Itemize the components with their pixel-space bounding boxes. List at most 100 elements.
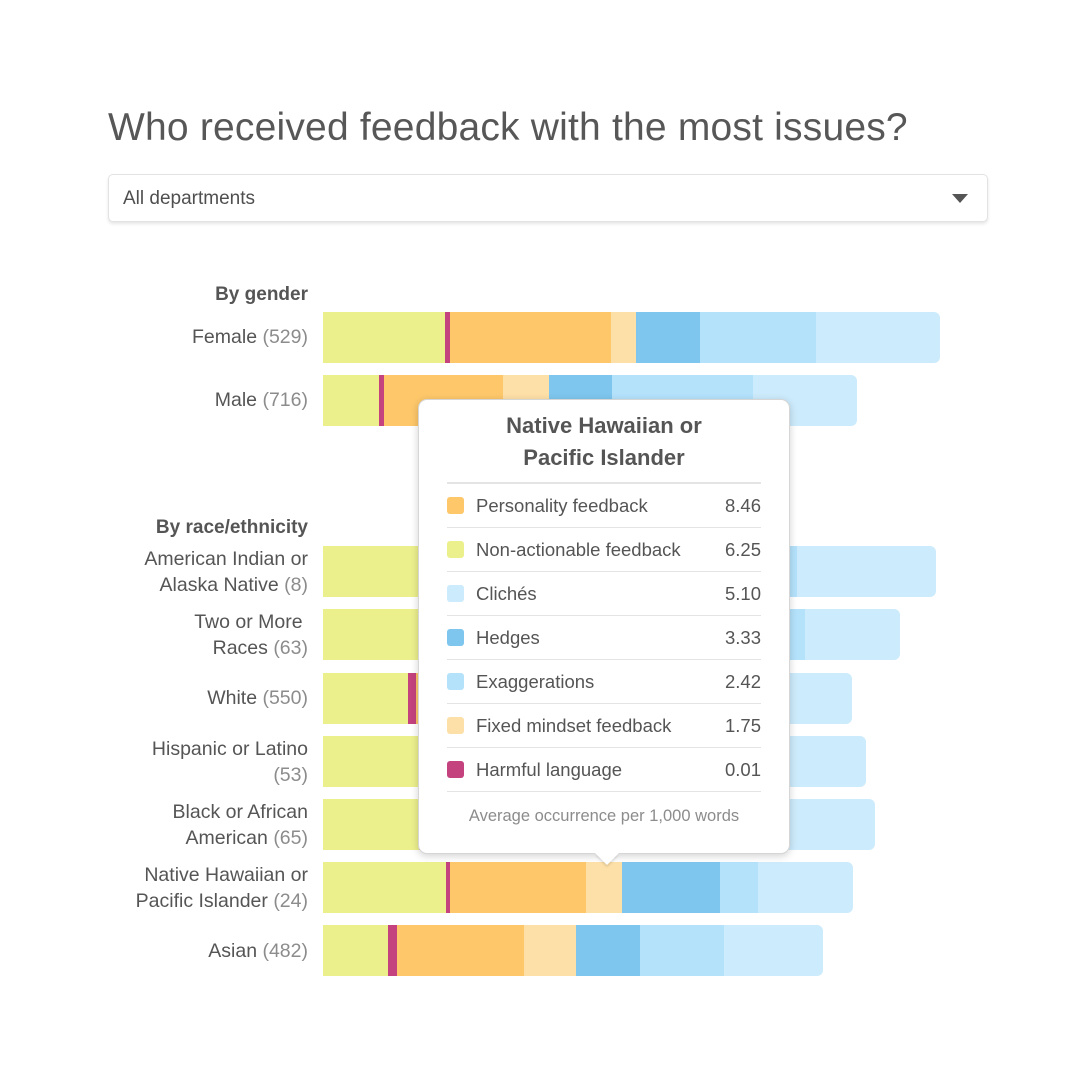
row-label-white: White (550) — [88, 685, 308, 711]
department-filter-value: All departments — [123, 188, 256, 209]
tooltip-row: Non-actionable feedback 6.25 — [447, 528, 761, 572]
tooltip-row-value: 3.33 — [724, 626, 761, 648]
tooltip-row-value: 8.46 — [724, 494, 761, 516]
tooltip-row-label: Fixed mindset feedback — [476, 714, 672, 736]
row-label-name-line1: Two or More — [194, 611, 303, 633]
bar-segment-harmful[interactable] — [388, 925, 397, 976]
bar-segment-nonactionable[interactable] — [323, 925, 388, 976]
row-label-two-or-more: Two or More Races (63) — [88, 609, 308, 661]
row-label-name-line1: Black or African — [172, 801, 308, 823]
bar-segment-cliches[interactable] — [724, 925, 823, 976]
bar-segment-nonactionable[interactable] — [323, 312, 445, 363]
tooltip-row-label: Clichés — [476, 582, 537, 604]
row-label-male: Male (716) — [88, 387, 308, 413]
row-label-count: (24) — [273, 890, 308, 912]
row-label-count: (53) — [273, 764, 308, 786]
section-header-gender: By gender — [215, 284, 308, 305]
tooltip-row-value: 5.10 — [724, 582, 761, 604]
section-header-race: By race/ethnicity — [155, 517, 308, 538]
bar-segment-exaggerations[interactable] — [720, 862, 758, 913]
legend-swatch-icon — [447, 761, 464, 778]
row-label-count: (482) — [262, 940, 308, 962]
bar-segment-cliches[interactable] — [816, 312, 940, 363]
tooltip-row-label: Exaggerations — [476, 670, 595, 692]
tooltip-row: Fixed mindset feedback 1.75 — [447, 704, 761, 748]
row-label-asian: Asian (482) — [88, 938, 308, 964]
department-filter-dropdown[interactable]: All departments — [108, 174, 988, 222]
row-label-name-line2: American — [185, 827, 268, 849]
bar-segment-cliches[interactable] — [758, 862, 853, 913]
row-label-count: (8) — [284, 574, 308, 596]
tooltip-note: Average occurrence per 1,000 words — [468, 807, 740, 825]
caret-down-icon — [952, 194, 968, 203]
row-label-count: (529) — [262, 326, 308, 348]
bar-segment-nonactionable[interactable] — [323, 673, 408, 724]
legend-swatch-icon — [447, 541, 464, 558]
bar-segment-nonactionable[interactable] — [323, 375, 379, 426]
tooltip-row-value: 2.42 — [724, 670, 761, 692]
tooltip-rows: Personality feedback 8.46 Non-actionable f… — [419, 484, 789, 792]
row-label-name-line2: Alaska Native — [159, 574, 279, 596]
legend-swatch-icon — [447, 673, 464, 690]
row-label-count: (63) — [273, 637, 308, 659]
row-label-female: Female (529) — [88, 324, 308, 350]
row-label-name: Asian — [208, 940, 258, 962]
bar-segment-nonactionable[interactable] — [323, 799, 419, 850]
bar-segment-cliches[interactable] — [797, 546, 936, 597]
bar-native-hawaiian[interactable] — [323, 862, 853, 913]
tooltip-row-value: 6.25 — [724, 538, 761, 560]
row-label-name: White — [207, 687, 258, 709]
bar-segment-fixed[interactable] — [611, 312, 636, 363]
tooltip-row: Exaggerations 2.42 — [447, 660, 761, 704]
row-label-name-line2: Pacific Islander — [135, 890, 268, 912]
row-label-count: (65) — [273, 827, 308, 849]
bar-segment-cliches[interactable] — [805, 609, 900, 660]
tooltip-row-label: Personality feedback — [476, 494, 648, 516]
row-label-black: Black or African American (65) — [88, 799, 308, 851]
legend-swatch-icon — [447, 585, 464, 602]
bar-female[interactable] — [323, 312, 940, 363]
bar-segment-nonactionable[interactable] — [323, 862, 446, 913]
tooltip-row-label: Hedges — [476, 626, 540, 648]
hover-tooltip: Native Hawaiian or Pacific Islander Pers… — [418, 399, 790, 865]
bar-segment-hedges[interactable] — [622, 862, 720, 913]
row-label-hispanic: Hispanic or Latino (53) — [88, 736, 308, 788]
tooltip-row-value: 0.01 — [724, 758, 761, 780]
tooltip-row-label: Non-actionable feedback — [476, 538, 681, 560]
row-label-name-line1: Hispanic or Latino — [151, 738, 308, 760]
legend-swatch-icon — [447, 497, 464, 514]
tooltip-arrow — [595, 853, 619, 865]
row-label-name: Female — [192, 326, 258, 348]
tooltip-title-line2: Pacific Islander — [523, 445, 685, 470]
tooltip-title-line1: Native Hawaiian or — [506, 413, 702, 438]
page-title: Who received feedback with the most issu… — [108, 106, 908, 149]
bar-segment-exaggerations[interactable] — [700, 312, 816, 363]
bar-segment-harmful[interactable] — [408, 673, 416, 724]
legend-swatch-icon — [447, 717, 464, 734]
bar-segment-personality[interactable] — [397, 925, 524, 976]
bar-segment-hedges[interactable] — [636, 312, 700, 363]
tooltip-row: Harmful language 0.01 — [447, 748, 761, 792]
row-label-native-hawaiian: Native Hawaiian or Pacific Islander (24) — [88, 862, 308, 914]
tooltip-row: Personality feedback 8.46 — [447, 484, 761, 528]
row-label-american-indian: American Indian or Alaska Native (8) — [88, 546, 308, 598]
bar-asian[interactable] — [323, 925, 823, 976]
bar-segment-personality[interactable] — [450, 312, 611, 363]
bar-segment-fixed[interactable] — [586, 862, 622, 913]
row-label-count: (550) — [262, 687, 308, 709]
bar-segment-nonactionable[interactable] — [323, 609, 433, 660]
tooltip-row-value: 1.75 — [724, 714, 761, 736]
bar-segment-exaggerations[interactable] — [640, 925, 724, 976]
row-label-name-line1: Native Hawaiian or — [144, 864, 308, 886]
tooltip-row: Hedges 3.33 — [447, 616, 761, 660]
bar-segment-personality[interactable] — [450, 862, 586, 913]
legend-swatch-icon — [447, 629, 464, 646]
bar-segment-hedges[interactable] — [576, 925, 640, 976]
bar-segment-nonactionable[interactable] — [323, 736, 423, 787]
bar-segment-fixed[interactable] — [524, 925, 576, 976]
tooltip-row: Clichés 5.10 — [447, 572, 761, 616]
row-label-name: Male — [214, 389, 258, 411]
row-label-count: (716) — [262, 389, 308, 411]
row-label-name-line2: Races — [212, 637, 268, 659]
row-label-name-line1: American Indian or — [144, 548, 308, 570]
